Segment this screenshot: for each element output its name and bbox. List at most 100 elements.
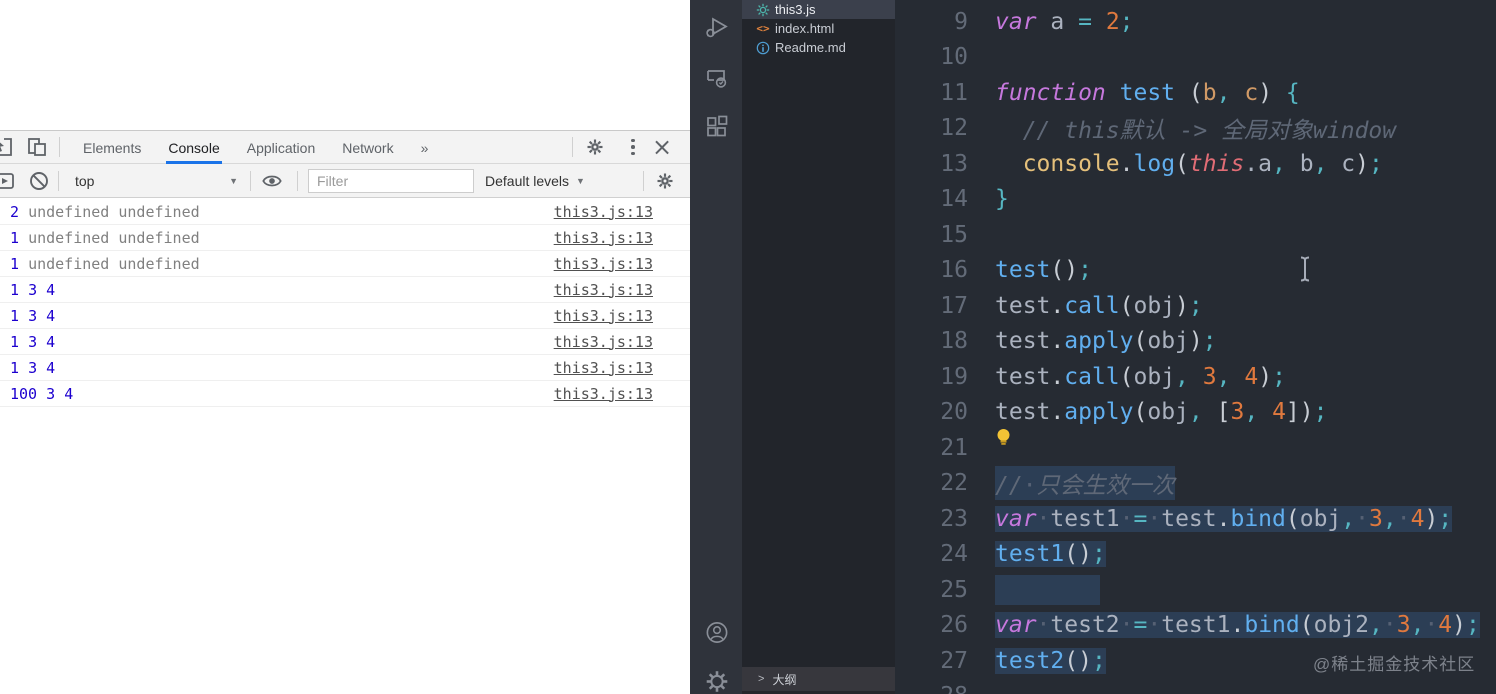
code-text: test(); <box>995 257 1092 284</box>
device-toolbar-icon[interactable] <box>25 135 49 159</box>
code-line-26: 26 var·test2·=·test1.bind(obj2,·3,·4); <box>895 608 1496 644</box>
code-text: function test (b, c) { <box>995 79 1300 106</box>
code-text: console.log(this.a, b, c); <box>1022 150 1383 177</box>
code-line-10: 10 <box>895 40 1496 76</box>
file-name: index.html <box>775 21 835 36</box>
console-log-row: 1 undefined undefined this3.js:13 <box>0 251 690 277</box>
inspect-icon[interactable] <box>0 135 15 159</box>
code-line-21: 21 <box>895 430 1496 466</box>
file-item-this3-js[interactable]: this3.js <box>742 0 895 19</box>
code-text: var·test2·=·test1.bind(obj2,·3,·4); <box>995 612 1480 639</box>
code-line-12: 12 // this默认 -> 全局对象window <box>895 111 1496 147</box>
dropdown-arrow-icon: ▼ <box>576 176 585 186</box>
code-line-15: 15 <box>895 217 1496 253</box>
code-line-25: 25 <box>895 572 1496 608</box>
line-number: 10 <box>940 44 968 71</box>
file-name: Readme.md <box>775 40 846 55</box>
code-line-17: 17 test.call(obj); <box>895 288 1496 324</box>
console-log-message: 1 3 4 <box>10 358 56 377</box>
code-line-22: 22 //·只会生效一次 <box>895 466 1496 502</box>
console-log-row: 1 3 4 this3.js:13 <box>0 329 690 355</box>
vscode-window: this3.js <> index.html Readme.md > 大纲 9 var … <box>690 0 1496 694</box>
kebab-menu-icon[interactable] <box>621 135 645 159</box>
code-text: // this默认 -> 全局对象window <box>1022 118 1397 145</box>
toolbar-separator <box>643 171 644 191</box>
source-location-link[interactable]: this3.js:13 <box>554 203 653 221</box>
html-file-icon: <> <box>756 22 770 35</box>
file-item-Readme-md[interactable]: Readme.md <box>742 38 895 57</box>
code-text: var·test1·=·test.bind(obj,·3,·4); <box>995 505 1453 532</box>
code-text: } <box>995 186 1009 213</box>
console-sidebar-icon[interactable] <box>0 169 16 193</box>
remote-explorer-icon[interactable] <box>704 65 730 91</box>
source-location-link[interactable]: this3.js:13 <box>554 385 653 403</box>
code-lines: 9 var a = 2; 10 11 function test (b, c) {12 … <box>895 4 1496 694</box>
code-line-19: 19 test.call(obj, 3, 4); <box>895 359 1496 395</box>
log-levels-dropdown[interactable]: Default levels ▼ <box>485 169 585 193</box>
eye-icon[interactable] <box>261 169 283 193</box>
settings-gear-icon[interactable] <box>583 135 607 159</box>
outline-section-header[interactable]: > 大纲 <box>742 667 895 691</box>
console-log-message: 1 undefined undefined <box>10 254 200 273</box>
browser-page-blank-area <box>0 0 690 130</box>
source-location-link[interactable]: this3.js:13 <box>554 229 653 247</box>
code-text: test.apply(obj, [3, 4]); <box>995 399 1328 426</box>
line-number: 18 <box>940 328 968 355</box>
tab-[interactable]: » <box>421 131 429 164</box>
devtools-panel: Elements Console Application Network » × top… <box>0 130 690 694</box>
file-item-index-html[interactable]: <> index.html <box>742 19 895 38</box>
source-location-link[interactable]: this3.js:13 <box>554 281 653 299</box>
console-toolbar: top ▼ Default levels ▼ <box>0 164 690 198</box>
console-output: 2 undefined undefined this3.js:13 1 undefi… <box>0 199 690 694</box>
line-number: 9 <box>954 8 968 35</box>
log-levels-label: Default levels <box>485 173 570 189</box>
console-settings-gear-icon[interactable] <box>655 169 675 193</box>
console-log-row: 2 undefined undefined this3.js:13 <box>0 199 690 225</box>
accounts-icon[interactable] <box>704 619 730 645</box>
code-line-20: 20 test.apply(obj, [3, 4]); <box>895 395 1496 431</box>
code-editor[interactable]: 9 var a = 2; 10 11 function test (b, c) {12 … <box>895 0 1496 694</box>
tab-elements[interactable]: Elements <box>83 131 141 164</box>
code-line-28: 28 <box>895 679 1496 694</box>
settings-gear-icon[interactable] <box>704 668 730 694</box>
console-log-message: 100 3 4 <box>10 384 74 403</box>
line-number: 25 <box>940 576 968 603</box>
filter-input[interactable] <box>308 169 474 193</box>
tab-application[interactable]: Application <box>247 131 316 164</box>
source-location-link[interactable]: this3.js:13 <box>554 359 653 377</box>
line-number: 12 <box>940 115 968 142</box>
code-line-24: 24 test1(); <box>895 537 1496 573</box>
code-text: //·只会生效一次 <box>995 466 1175 501</box>
console-log-message: 1 3 4 <box>10 306 56 325</box>
activity-bar <box>690 0 742 694</box>
line-number: 24 <box>940 541 968 568</box>
context-selector-dropdown[interactable]: top ▼ <box>66 169 246 193</box>
clear-console-icon[interactable] <box>28 169 50 193</box>
code-text: test2(); <box>995 647 1106 674</box>
extensions-icon[interactable] <box>704 114 730 140</box>
code-action-lightbulb-icon[interactable] <box>995 428 1012 452</box>
code-line-11: 11 function test (b, c) { <box>895 75 1496 111</box>
run-debug-icon[interactable] <box>704 15 730 41</box>
console-log-row: 1 3 4 this3.js:13 <box>0 277 690 303</box>
line-number: 21 <box>940 434 968 461</box>
source-location-link[interactable]: this3.js:13 <box>554 307 653 325</box>
toolbar-separator <box>58 171 59 191</box>
file-name: this3.js <box>775 2 816 17</box>
code-text: test.call(obj, 3, 4); <box>995 363 1286 390</box>
line-number: 28 <box>895 683 968 694</box>
text-cursor-ibeam-icon <box>1298 255 1312 288</box>
dropdown-arrow-icon: ▼ <box>229 176 238 186</box>
source-location-link[interactable]: this3.js:13 <box>554 255 653 273</box>
line-number: 27 <box>940 647 968 674</box>
source-location-link[interactable]: this3.js:13 <box>554 333 653 351</box>
tab-network[interactable]: Network <box>342 131 393 164</box>
context-selector-value: top <box>75 173 95 189</box>
tab-console[interactable]: Console <box>166 131 223 164</box>
js-file-icon <box>756 3 770 17</box>
code-text: test.call(obj); <box>995 292 1203 319</box>
close-icon[interactable]: × <box>650 135 674 159</box>
code-text: test1(); <box>995 541 1106 568</box>
chevron-right-icon: > <box>758 673 765 685</box>
line-number: 26 <box>940 612 968 639</box>
